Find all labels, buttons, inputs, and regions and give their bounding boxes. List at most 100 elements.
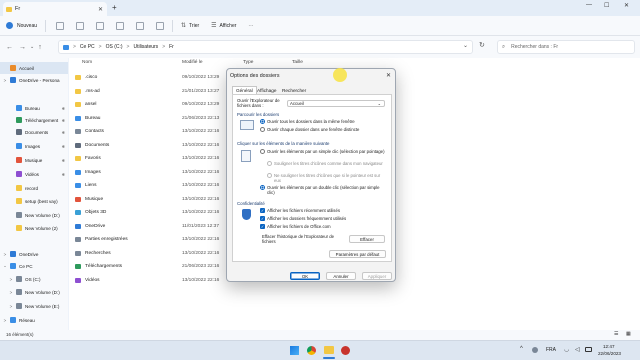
dialog-close-button[interactable]: ✕ [386,72,391,79]
sidebar-item[interactable]: ⌄ Ce PC [0,260,68,272]
recent-dropdown[interactable]: ⌄ [30,44,34,50]
checkbox-office-files[interactable]: ✓ [260,224,265,229]
sidebar-item[interactable]: New Volume (2) [0,222,68,234]
sidebar-item[interactable]: > OneDrive - Persona [0,74,68,86]
app-icon[interactable] [341,346,350,355]
chrome-icon[interactable] [307,346,316,355]
sidebar-item[interactable]: Musique ✱ [0,154,68,166]
file-row[interactable]: Images [75,166,101,179]
share-icon[interactable] [136,21,145,30]
forward-button[interactable]: → [19,44,26,51]
open-in-select[interactable]: Accueil ⌄ [287,100,385,107]
sidebar-item[interactable]: Accueil [0,62,68,74]
checkbox-frequent-folders[interactable]: ✓ [260,216,265,221]
cancel-button[interactable]: Annuler [326,272,356,280]
maximize-button[interactable]: ☐ [604,2,609,9]
file-row[interactable]: Documents [75,139,109,152]
close-window-button[interactable]: ✕ [624,2,629,9]
cut-icon[interactable] [56,21,65,30]
start-icon[interactable] [290,346,299,355]
view-button[interactable]: ☰ Afficher [211,19,236,33]
clock-date[interactable]: 22/06/2023 [598,351,621,356]
delete-icon[interactable] [156,21,165,30]
chevron-icon[interactable]: ⌄ [2,263,8,269]
sort-button[interactable]: ⇅ Trier [181,19,199,33]
chevron-icon[interactable]: > [2,252,8,257]
radio-double-click[interactable] [260,185,265,190]
file-row[interactable]: ansel [75,98,96,111]
column-size[interactable]: Taille [292,60,303,65]
tab-rechercher[interactable]: Rechercher [279,87,309,94]
file-row[interactable]: Téléchargements [75,260,122,273]
sidebar-item[interactable]: Documents ✱ [0,126,68,138]
chevron-icon[interactable]: > [2,78,8,83]
refresh-button[interactable]: ↻ [479,41,485,49]
column-name[interactable]: Nom [82,60,92,65]
sidebar-item[interactable]: > OS (C:) [0,273,68,285]
breadcrumb-utilisateurs[interactable]: Utilisateurs [133,44,158,50]
sidebar-item[interactable]: Téléchargement ✱ [0,114,68,126]
file-row[interactable]: .cisco [75,71,97,84]
sidebar-item[interactable]: Vidéos ✱ [0,168,68,180]
paste-icon[interactable] [96,21,105,30]
checkbox-recent-files[interactable]: ✓ [260,208,265,213]
file-explorer-icon[interactable] [324,346,334,354]
radio-single-click[interactable] [260,149,265,154]
file-row[interactable]: Musique [75,193,103,206]
breadcrumb-os-c[interactable]: OS (C:) [106,44,123,50]
new-button[interactable]: Nouveau [6,19,37,33]
tab-fr[interactable]: Fr ✕ [3,2,107,16]
file-row[interactable]: Objets 3D [75,206,106,219]
address-dropdown[interactable]: ⌄ [463,42,468,49]
chevron-icon[interactable]: > [8,304,14,309]
details-view-icon[interactable]: ☰ [614,331,618,337]
back-button[interactable]: ← [6,44,13,51]
close-tab-icon[interactable]: ✕ [98,6,103,13]
ok-button[interactable]: OK [290,272,320,280]
sidebar-item[interactable]: > New Volume (D:) [0,286,68,298]
add-tab-button[interactable]: + [112,3,117,12]
chevron-icon[interactable]: > [2,318,8,323]
sidebar-item[interactable]: > OneDrive [0,248,68,260]
breadcrumb-fr[interactable]: Fr [169,44,174,50]
file-row[interactable]: Liens [75,179,96,192]
file-row[interactable]: Vidéos [75,274,100,287]
tray-app-icon[interactable] [532,347,538,353]
file-row[interactable]: Contacts [75,125,104,138]
breadcrumb-ce-pc[interactable]: Ce PC [80,44,95,50]
sidebar-item[interactable]: Images ✱ [0,140,68,152]
sidebar-item[interactable]: setup (best vay) [0,195,68,207]
sidebar-item[interactable]: New Volume (D:) [0,209,68,221]
sidebar-item[interactable]: record [0,182,68,194]
search-input[interactable]: ⌕ Rechercher dans : Fr [497,40,635,54]
address-bar[interactable]: > Ce PC > OS (C:) > Utilisateurs > Fr [58,40,473,54]
radio-new-window[interactable] [260,127,265,132]
clear-history-button[interactable]: Effacer [349,235,385,243]
up-button[interactable]: ↑ [38,44,42,51]
tiles-view-icon[interactable]: ▦ [626,331,631,337]
volume-icon[interactable]: ◁ [575,346,580,353]
file-row[interactable]: Parties enregistrées [75,233,128,246]
column-type[interactable]: Type [243,60,253,65]
file-row[interactable]: Favoris [75,152,101,165]
chevron-icon[interactable]: > [8,290,14,295]
sidebar-item[interactable]: Bureau ✱ [0,102,68,114]
radio-same-window[interactable] [260,119,265,124]
clock-time[interactable]: 12:47 [603,344,615,349]
battery-icon[interactable] [585,347,592,352]
file-row[interactable]: Recherches [75,247,111,260]
tab-affichage[interactable]: Affichage [254,87,279,94]
file-row[interactable]: .ms-ad [75,85,100,98]
tray-chevron[interactable]: ^ [520,346,523,352]
minimize-button[interactable]: — [586,2,592,8]
sidebar-item[interactable]: > New Volume (E:) [0,300,68,312]
sidebar-item[interactable]: > Réseau [0,314,68,326]
column-modified[interactable]: Modifié le [182,60,203,65]
chevron-icon[interactable]: > [8,277,14,282]
more-options-button[interactable]: ··· [248,23,253,29]
file-row[interactable]: OneDrive [75,220,105,233]
file-row[interactable]: Bureau [75,112,100,125]
restore-defaults-button[interactable]: Paramètres par défaut [329,250,386,258]
language-indicator[interactable]: FRA [546,347,556,353]
rename-icon[interactable] [116,21,125,30]
